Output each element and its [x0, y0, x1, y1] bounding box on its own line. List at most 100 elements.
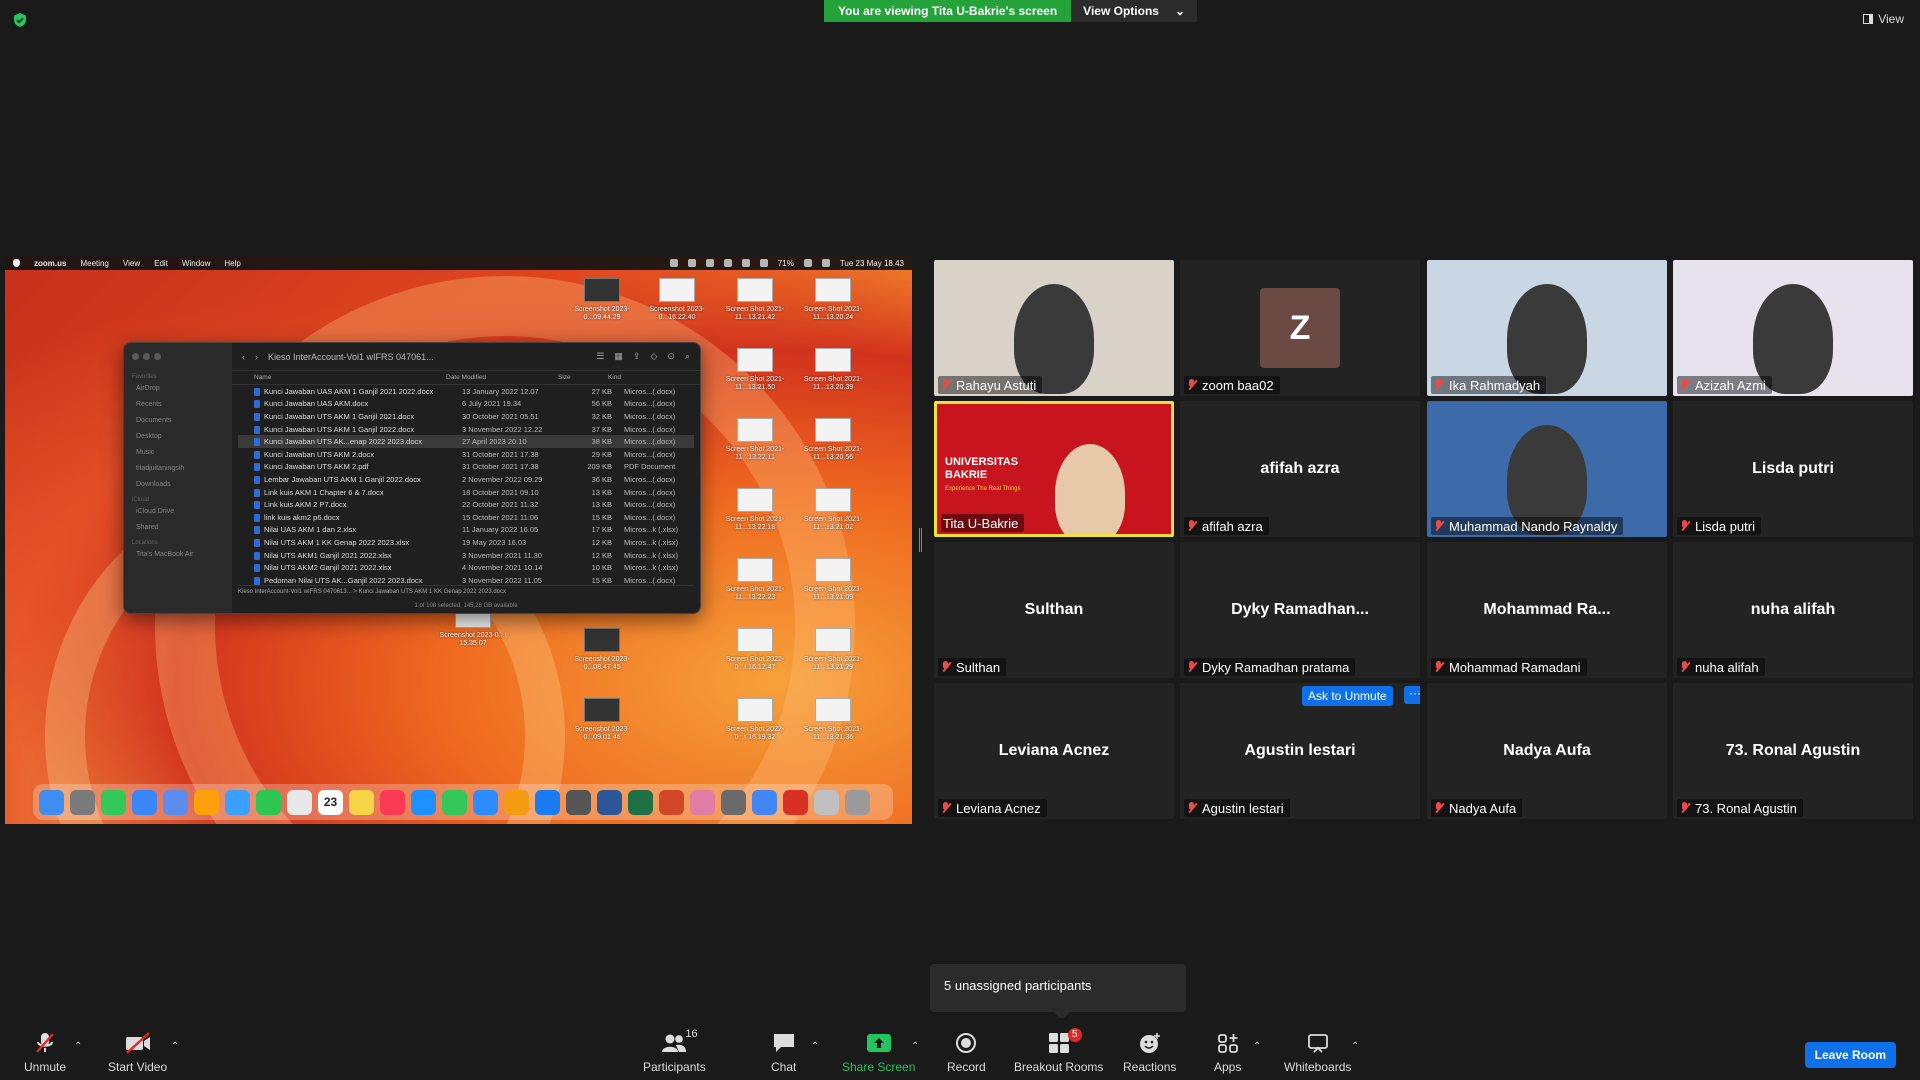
participant-display-name: afifah azra [1260, 460, 1340, 477]
reactions-button[interactable]: Reactions [1123, 1032, 1176, 1074]
finder-file-row: Nilai UTS AKM2 Ganjil 2021 2022.xlsx 4 No… [238, 561, 694, 574]
breakout-rooms-badge: 5 [1067, 1028, 1082, 1042]
apps-button[interactable]: Apps [1214, 1032, 1241, 1074]
file-name: Kunci Jawaban UTS AKM 1 Ganjil 2022.docx [254, 425, 462, 434]
file-thumbnail-icon [737, 698, 773, 722]
unmute-button[interactable]: Unmute [24, 1032, 66, 1074]
participant-name: afifah azra [1202, 518, 1263, 534]
participant-tile[interactable]: Dyky Ramadhan... Dyky Ramadhan pratama [1180, 542, 1420, 678]
share-screen-button[interactable]: Share Screen [842, 1032, 915, 1074]
participant-tile[interactable]: Agustin lestari Ask to Unmute ··· Agustin l… [1180, 683, 1420, 819]
file-size: 15 KB [591, 512, 612, 522]
finder-file-row: Kunci Jawaban UAS AKM 1 Ganjil 2021 2022… [238, 385, 694, 398]
participants-count: 16 [685, 1028, 698, 1040]
unassigned-participants-popup[interactable]: 5 unassigned participants [930, 964, 1186, 1020]
record-button[interactable]: Record [947, 1032, 986, 1074]
dock-app-icon [380, 789, 405, 815]
participant-tile[interactable]: Zzoom baa02 [1180, 260, 1420, 396]
chat-button[interactable]: Chat [771, 1032, 796, 1074]
participant-tile[interactable]: Ika Rahmadyah [1427, 260, 1667, 396]
favorites-list: AirDrop Recents Documents Desktop Music titad… [132, 385, 224, 488]
spotlight-icon [821, 259, 830, 267]
participant-name-label: Lisda putri [1677, 517, 1761, 535]
file-kind: Micros...(.docx) [624, 424, 676, 434]
mic-muted-icon [940, 660, 952, 674]
video-options-caret-icon[interactable]: ⌃ [171, 1041, 179, 1052]
apps-options-caret-icon[interactable]: ⌃ [1253, 1041, 1261, 1052]
dock-app-icon [473, 789, 498, 815]
start-video-button[interactable]: Start Video [108, 1032, 167, 1074]
file-kind: Micros...(.docx) [624, 386, 676, 396]
file-date: 31 October 2021 17.38 [462, 449, 539, 459]
file-date: 3 November 2022 12.22 [462, 424, 543, 434]
desktop-file-icon: Screenshot 2023-0...08.47.45 [567, 628, 637, 672]
file-size: 38 KB [591, 437, 612, 447]
column-size: Size [558, 374, 571, 381]
mic-muted-icon [1679, 660, 1691, 674]
participants-button[interactable]: 16 Participants [643, 1028, 706, 1074]
participant-tile[interactable]: nuha alifah nuha alifah [1673, 542, 1913, 678]
mic-muted-icon [1433, 519, 1445, 533]
participant-name: Mohammad Ramadani [1449, 659, 1581, 675]
participant-tile[interactable]: afifah azra afifah azra [1180, 401, 1420, 537]
avatar: Z [1260, 288, 1340, 368]
finder-file-list: Kunci Jawaban UAS AKM 1 Ganjil 2021 2022… [232, 385, 700, 587]
audio-options-caret-icon[interactable]: ⌃ [74, 1041, 82, 1052]
file-thumbnail-icon [737, 558, 773, 582]
menubar-item-view: View [122, 258, 141, 268]
dock-app-icon [194, 789, 219, 815]
participant-tile[interactable]: Rahayu Astuti [934, 260, 1174, 396]
participant-tile[interactable]: Mohammad Ra... Mohammad Ramadani [1427, 542, 1667, 678]
participant-tile[interactable]: 73. Ronal Agustin 73. Ronal Agustin [1673, 683, 1913, 819]
dock-app-icon [256, 789, 281, 815]
view-options-button[interactable]: View Options ⌄ [1071, 0, 1198, 22]
participant-tile[interactable]: UNIVERSITAS BAKRIE Experience The Real Th… [934, 401, 1174, 537]
participant-name: Muhammad Nando Raynaldy [1449, 518, 1618, 534]
participant-tile[interactable]: Azizah Azmi [1673, 260, 1913, 396]
locations-list: Tita's MacBook Air [132, 551, 224, 558]
dock-app-icon [163, 789, 188, 815]
file-thumbnail-icon [584, 628, 620, 652]
participant-tile[interactable]: Leviana Acnez Leviana Acnez [934, 683, 1174, 819]
file-date: 11 January 2022 16.05 [462, 525, 539, 535]
sidebar-section-icloud: iCloud [132, 497, 150, 503]
record-icon [955, 1032, 977, 1054]
more-options-button[interactable]: ··· [1404, 686, 1420, 704]
split-view-handle[interactable] [919, 528, 922, 552]
file-date: 3 November 2021 11.30 [462, 550, 542, 560]
desktop-file-label: Screenshot 2023-0...16.22.40 [649, 306, 705, 321]
chat-options-caret-icon[interactable]: ⌃ [811, 1041, 819, 1052]
tag-icon: ◇ [650, 351, 658, 361]
file-kind: Micros...k (.xlsx) [624, 563, 679, 573]
desktop-file-icon: Screen Shot 2021-11...13.21.29 [798, 628, 868, 672]
leave-room-button[interactable]: Leave Room [1804, 1042, 1896, 1068]
participant-display-name: Nadya Aufa [1503, 742, 1591, 759]
menubar-item-edit: Edit [154, 258, 168, 268]
file-thumbnail-icon [815, 698, 851, 722]
participant-tile[interactable]: Muhammad Nando Raynaldy [1427, 401, 1667, 537]
participant-tile[interactable]: Lisda putri Lisda putri [1673, 401, 1913, 537]
dock-app-icon [132, 789, 157, 815]
file-name: Lembar Jawaban UTS AKM 1 Ganjil 2022.doc… [254, 475, 462, 484]
encryption-shield-icon[interactable] [12, 12, 28, 28]
view-options-label: View Options [1083, 4, 1159, 18]
participant-person [1055, 444, 1125, 534]
participant-tile[interactable]: Sulthan Sulthan [934, 542, 1174, 678]
participant-tile[interactable]: Nadya Aufa Nadya Aufa [1427, 683, 1667, 819]
ask-to-unmute-button[interactable]: Ask to Unmute [1302, 686, 1393, 706]
file-size: 29 KB [591, 449, 612, 459]
mic-muted-icon [33, 1032, 57, 1054]
shared-screen[interactable]: zoom.us Meeting View Edit Window Help 71… [5, 256, 912, 824]
desktop-file-icon: Screen Shot 2021-11...13.21.42 [720, 278, 790, 322]
whiteboards-button[interactable]: Whiteboards [1284, 1032, 1351, 1074]
finder-file-row: Link kuis AKM 1 Chapter 6 & 7.docx 18 Oct… [238, 486, 694, 499]
whiteboard-icon [1307, 1032, 1329, 1054]
share-options-caret-icon[interactable]: ⌃ [911, 1041, 919, 1052]
whiteboards-options-caret-icon[interactable]: ⌃ [1351, 1041, 1359, 1052]
participant-name-label: Leviana Acnez [938, 799, 1047, 817]
view-layout-button[interactable]: View [1863, 12, 1904, 26]
file-name: Kunci Jawaban UTS AKM 1 Ganjil 2021.docx [254, 412, 462, 421]
breakout-rooms-button[interactable]: 5 Breakout Rooms [1014, 1028, 1103, 1074]
menubar-status-area: 71% Tue 23 May 18.43 [669, 259, 904, 268]
dock-app-icon [411, 789, 436, 815]
